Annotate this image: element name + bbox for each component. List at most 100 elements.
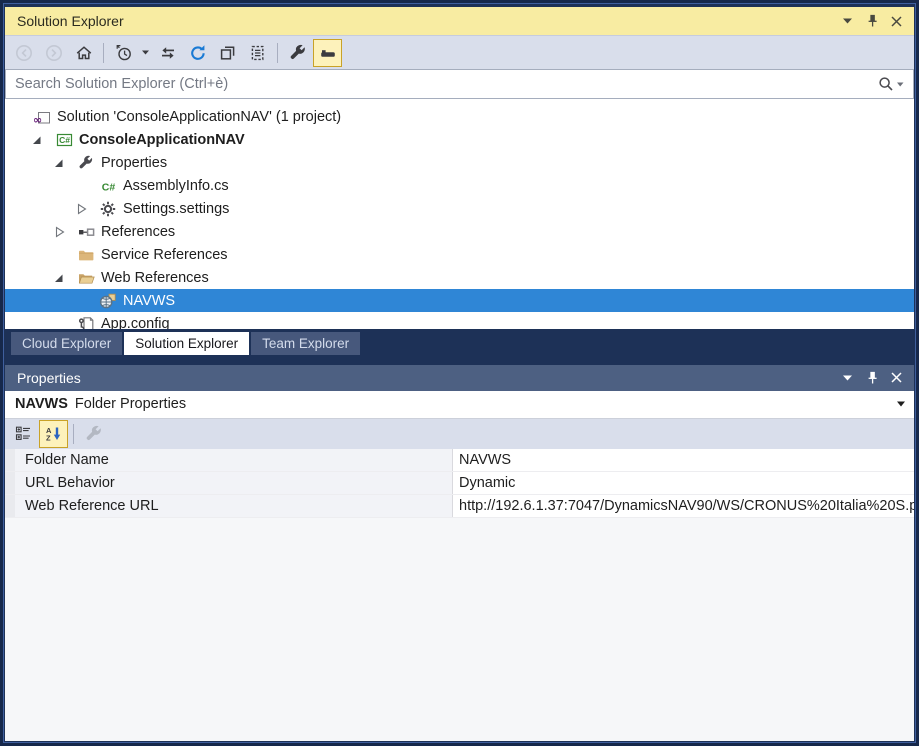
tree-item[interactable]: Service References xyxy=(5,243,914,266)
expander-expanded-icon[interactable] xyxy=(51,155,77,171)
expander-placeholder xyxy=(73,178,99,194)
dropdown-caret-icon xyxy=(142,50,150,55)
search-options-dropdown[interactable] xyxy=(894,71,907,97)
property-value[interactable]: http://192.6.1.37:7047/DynamicsNAV90/WS/… xyxy=(453,495,914,517)
tree-item-label: AssemblyInfo.cs xyxy=(123,178,229,194)
tree-item[interactable]: ∞Solution 'ConsoleApplicationNAV' (1 pro… xyxy=(5,105,914,128)
tree-item-label: Web References xyxy=(101,270,209,286)
tab-solution-explorer[interactable]: Solution Explorer xyxy=(124,332,249,355)
property-row[interactable]: Web Reference URL http://192.6.1.37:7047… xyxy=(5,495,914,518)
tree-item[interactable]: C# AssemblyInfo.cs xyxy=(5,174,914,197)
tree-item[interactable]: Properties xyxy=(5,151,914,174)
pending-changes-filter-button[interactable] xyxy=(109,39,138,67)
selected-object-type: Folder Properties xyxy=(75,396,186,412)
chevron-down-icon xyxy=(843,375,853,381)
solution-tree: ∞Solution 'ConsoleApplicationNAV' (1 pro… xyxy=(5,99,914,329)
toolbar-separator xyxy=(73,424,74,444)
svg-text:Z: Z xyxy=(46,433,51,442)
row-gutter xyxy=(5,472,15,494)
categorized-button[interactable] xyxy=(9,420,38,448)
back-arrow-icon xyxy=(15,44,33,62)
tree-item-label: App.config xyxy=(101,316,170,329)
row-gutter xyxy=(5,449,15,471)
properties-close-button[interactable] xyxy=(884,368,908,388)
tree-item[interactable]: References xyxy=(5,220,914,243)
combobox-caret-icon[interactable] xyxy=(897,401,906,407)
property-value[interactable]: Dynamic xyxy=(453,472,914,494)
home-button[interactable] xyxy=(69,39,98,67)
csharp-project-icon: C# xyxy=(55,132,73,148)
alphabetical-sort-icon: AZ xyxy=(45,425,63,443)
back-button[interactable] xyxy=(9,39,38,67)
folder-open-icon xyxy=(77,270,95,286)
tree-item-label: Settings.settings xyxy=(123,201,229,217)
panel-divider[interactable] xyxy=(5,355,914,365)
wrench-icon xyxy=(289,44,307,62)
tab-cloud-explorer[interactable]: Cloud Explorer xyxy=(11,332,122,355)
forward-button[interactable] xyxy=(39,39,68,67)
preview-selected-items-button[interactable] xyxy=(313,39,342,67)
properties-pin-button[interactable] xyxy=(860,368,884,388)
tree-item[interactable]: C#ConsoleApplicationNAV xyxy=(5,128,914,151)
refresh-button[interactable] xyxy=(183,39,212,67)
solution-explorer-titlebar[interactable]: Solution Explorer xyxy=(5,7,914,35)
tree-item[interactable]: App.config xyxy=(5,312,914,329)
property-grid: Folder Name NAVWS URL Behavior Dynamic W… xyxy=(5,449,914,518)
pin-button[interactable] xyxy=(860,11,884,31)
wrench-icon xyxy=(77,155,95,171)
pin-icon xyxy=(866,14,879,28)
properties-window-position-button[interactable] xyxy=(836,368,860,388)
window-position-button[interactable] xyxy=(836,11,860,31)
solution-explorer-title: Solution Explorer xyxy=(17,13,836,29)
svg-text:C#: C# xyxy=(101,181,115,193)
expander-placeholder xyxy=(73,293,99,309)
pin-icon xyxy=(866,371,879,385)
property-pages-button[interactable] xyxy=(79,420,108,448)
forward-arrow-icon xyxy=(45,44,63,62)
alphabetical-sort-button[interactable]: AZ xyxy=(39,420,68,448)
pending-changes-clock-icon xyxy=(115,44,133,62)
search-box[interactable]: Search Solution Explorer (Ctrl+è) xyxy=(5,69,914,99)
show-all-files-button[interactable] xyxy=(243,39,272,67)
wrench-disabled-icon xyxy=(85,425,103,443)
close-button[interactable] xyxy=(884,11,908,31)
sync-arrows-icon xyxy=(159,44,177,62)
collapse-all-button[interactable] xyxy=(213,39,242,67)
references-icon xyxy=(77,224,95,240)
expander-placeholder xyxy=(7,109,33,125)
tab-team-explorer[interactable]: Team Explorer xyxy=(251,332,360,355)
gear-icon xyxy=(99,201,117,217)
expander-expanded-icon[interactable] xyxy=(51,270,77,286)
property-name: URL Behavior xyxy=(15,472,453,494)
tree-item[interactable]: Web References xyxy=(5,266,914,289)
property-value[interactable]: NAVWS xyxy=(453,449,914,471)
tree-item-label: Properties xyxy=(101,155,167,171)
tree-item[interactable]: Settings.settings xyxy=(5,197,914,220)
property-row[interactable]: URL Behavior Dynamic xyxy=(5,472,914,495)
expander-expanded-icon[interactable] xyxy=(29,132,55,148)
pending-changes-filter-dropdown[interactable] xyxy=(139,40,152,66)
tool-window-dock: Solution Explorer Search Solution Explor… xyxy=(5,7,914,741)
search-input[interactable]: Search Solution Explorer (Ctrl+è) xyxy=(15,76,878,92)
sync-with-active-document-button[interactable] xyxy=(153,39,182,67)
tree-item-label: Solution 'ConsoleApplicationNAV' (1 proj… xyxy=(57,109,341,125)
expander-collapsed-icon[interactable] xyxy=(73,201,99,217)
properties-titlebar[interactable]: Properties xyxy=(5,365,914,391)
properties-title: Properties xyxy=(17,370,836,386)
expander-collapsed-icon[interactable] xyxy=(51,224,77,240)
show-all-files-icon xyxy=(249,44,267,62)
expander-placeholder xyxy=(51,247,77,263)
preview-selected-items-icon xyxy=(319,44,337,62)
tree-item[interactable]: NAVWS xyxy=(5,289,914,312)
collapse-all-icon xyxy=(219,44,237,62)
property-row[interactable]: Folder Name NAVWS xyxy=(5,449,914,472)
web-reference-icon xyxy=(99,293,117,309)
dropdown-caret-icon xyxy=(897,82,904,87)
config-file-icon xyxy=(77,316,95,329)
properties-button[interactable] xyxy=(283,39,312,67)
chevron-down-icon xyxy=(843,18,853,24)
properties-toolbar: AZ xyxy=(5,419,914,449)
expander-placeholder xyxy=(51,316,77,329)
search-icon[interactable] xyxy=(878,76,894,92)
properties-object-combobox[interactable]: NAVWS Folder Properties xyxy=(5,391,914,419)
